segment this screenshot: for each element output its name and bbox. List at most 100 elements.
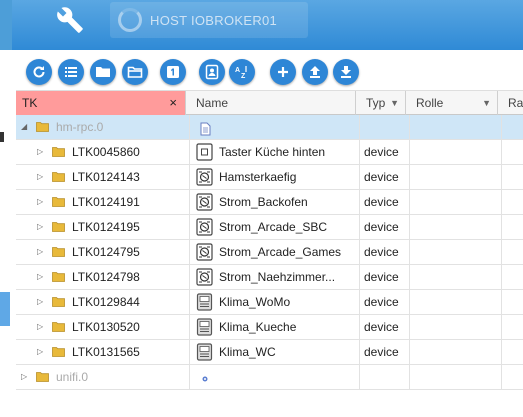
- chevron-down-icon[interactable]: ▼: [390, 91, 399, 115]
- room-cell: [502, 365, 523, 389]
- room-cell: [502, 190, 523, 214]
- type-cell: device: [360, 140, 410, 164]
- column-header-ra[interactable]: Ra: [502, 91, 523, 115]
- collapsed-arrow-icon[interactable]: ▷: [37, 340, 43, 364]
- tree-row[interactable]: ▷ LTK0124143 Hamsterkaefig device: [16, 165, 523, 190]
- tree-row[interactable]: ◢ hm-rpc.0: [16, 115, 523, 140]
- folder-icon: [52, 347, 65, 357]
- tree-row[interactable]: ▷ unifi.0: [16, 365, 523, 390]
- sort-az-button[interactable]: AZ: [229, 59, 255, 85]
- room-cell: [502, 215, 523, 239]
- collapsed-arrow-icon[interactable]: ▷: [21, 365, 27, 389]
- unifi-icon: [198, 370, 212, 384]
- contact-button[interactable]: [199, 59, 225, 85]
- tree-row[interactable]: ▷ LTK0124191 Strom_Backofen device: [16, 190, 523, 215]
- chevron-down-icon[interactable]: ▼: [482, 91, 491, 115]
- type-cell: device: [360, 190, 410, 214]
- folder-icon: [52, 247, 65, 257]
- name-cell: Strom_Arcade_SBC: [190, 215, 360, 239]
- column-name-label: Name: [196, 96, 229, 110]
- expanded-arrow-icon[interactable]: ◢: [21, 115, 27, 139]
- folder-icon: [52, 322, 65, 332]
- folder-icon: [36, 372, 49, 382]
- name-cell: Strom_Arcade_Games: [190, 240, 360, 264]
- object-name: Klima_WC: [219, 345, 276, 359]
- list-view-button[interactable]: [58, 59, 84, 85]
- host-selector[interactable]: HOST IOBROKER01: [110, 2, 308, 38]
- folder-open-icon: [127, 66, 143, 78]
- grid-header: TK × Name Typ ▼ Rolle ▼ Ra: [16, 90, 523, 115]
- add-button[interactable]: [270, 59, 296, 85]
- room-cell: [502, 115, 523, 139]
- plus-icon: [278, 67, 288, 77]
- folder-open-button[interactable]: [122, 59, 148, 85]
- top-header-bar: HOST IOBROKER01: [12, 0, 523, 50]
- collapsed-arrow-icon[interactable]: ▷: [37, 140, 43, 164]
- collapsed-arrow-icon[interactable]: ▷: [37, 290, 43, 314]
- role-cell: [410, 190, 502, 214]
- object-name: Strom_Arcade_SBC: [219, 220, 328, 234]
- column-header-rolle[interactable]: Rolle ▼: [410, 91, 498, 115]
- switch-actuator-icon: [196, 268, 213, 286]
- column-header-name[interactable]: Name: [190, 91, 356, 115]
- type-cell: device: [360, 240, 410, 264]
- collapsed-arrow-icon[interactable]: ▷: [37, 240, 43, 264]
- tk-cell: ▷ LTK0124798: [16, 265, 190, 289]
- collapsed-arrow-icon[interactable]: ▷: [37, 215, 43, 239]
- upload-button[interactable]: [302, 59, 328, 85]
- name-cell: Klima_WoMo: [190, 290, 360, 314]
- upload-icon: [310, 66, 320, 78]
- tk-cell: ▷ LTK0124143: [16, 165, 190, 189]
- tk-cell: ▷ LTK0124191: [16, 190, 190, 214]
- role-cell: [410, 215, 502, 239]
- column-header-typ[interactable]: Typ ▼: [360, 91, 406, 115]
- tree-row[interactable]: ▷ LTK0124798 Strom_Naehzimmer... device: [16, 265, 523, 290]
- download-button[interactable]: [333, 59, 359, 85]
- object-id: LTK0124191: [72, 195, 140, 209]
- role-cell: [410, 165, 502, 189]
- wrench-icon[interactable]: [56, 6, 84, 34]
- object-name: Strom_Naehzimmer...: [219, 270, 336, 284]
- folder-icon: [52, 222, 65, 232]
- one-button[interactable]: [160, 59, 186, 85]
- collapsed-arrow-icon[interactable]: ▷: [37, 315, 43, 339]
- object-id: LTK0124195: [72, 220, 140, 234]
- tree-row[interactable]: ▷ LTK0045860 Taster Küche hinten device: [16, 140, 523, 165]
- room-cell: [502, 340, 523, 364]
- role-cell: [410, 365, 502, 389]
- background-page-strip: [0, 0, 12, 417]
- object-id: LTK0124143: [72, 170, 140, 184]
- tree-row[interactable]: ▷ LTK0124195 Strom_Arcade_SBC device: [16, 215, 523, 240]
- object-browser-dialog: AZ TK × Name Typ ▼ Rolle ▼ Ra ◢ hm-rpc.0…: [12, 50, 523, 417]
- tree-row[interactable]: ▷ LTK0129844 Klima_WoMo device: [16, 290, 523, 315]
- column-typ-label: Typ: [366, 96, 386, 110]
- clear-filter-icon[interactable]: ×: [169, 91, 177, 115]
- push-button-icon: [196, 143, 213, 161]
- object-id: LTK0045860: [72, 145, 140, 159]
- tree-row[interactable]: ▷ LTK0131565 Klima_WC device: [16, 340, 523, 365]
- name-cell: Strom_Backofen: [190, 190, 360, 214]
- role-cell: [410, 240, 502, 264]
- collapsed-arrow-icon[interactable]: ▷: [37, 190, 43, 214]
- column-header-tk[interactable]: TK ×: [16, 91, 186, 115]
- type-cell: [360, 365, 410, 389]
- collapsed-arrow-icon[interactable]: ▷: [37, 165, 43, 189]
- collapsed-arrow-icon[interactable]: ▷: [37, 265, 43, 289]
- type-cell: device: [360, 315, 410, 339]
- folder-icon: [52, 272, 65, 282]
- name-cell: Klima_WC: [190, 340, 360, 364]
- switch-actuator-icon: [196, 243, 213, 261]
- tk-cell: ◢ hm-rpc.0: [16, 115, 190, 139]
- type-cell: device: [360, 290, 410, 314]
- object-name: Strom_Backofen: [219, 195, 308, 209]
- tree-row[interactable]: ▷ LTK0130520 Klima_Kueche device: [16, 315, 523, 340]
- folder-closed-button[interactable]: [90, 59, 116, 85]
- tree-row[interactable]: ▷ LTK0124795 Strom_Arcade_Games device: [16, 240, 523, 265]
- role-cell: [410, 315, 502, 339]
- folder-icon: [52, 147, 65, 157]
- folder-icon: [96, 67, 110, 77]
- climate-sensor-icon: [196, 343, 213, 361]
- refresh-button[interactable]: [26, 59, 52, 85]
- name-cell: [190, 365, 360, 389]
- svg-text:Z: Z: [241, 73, 246, 80]
